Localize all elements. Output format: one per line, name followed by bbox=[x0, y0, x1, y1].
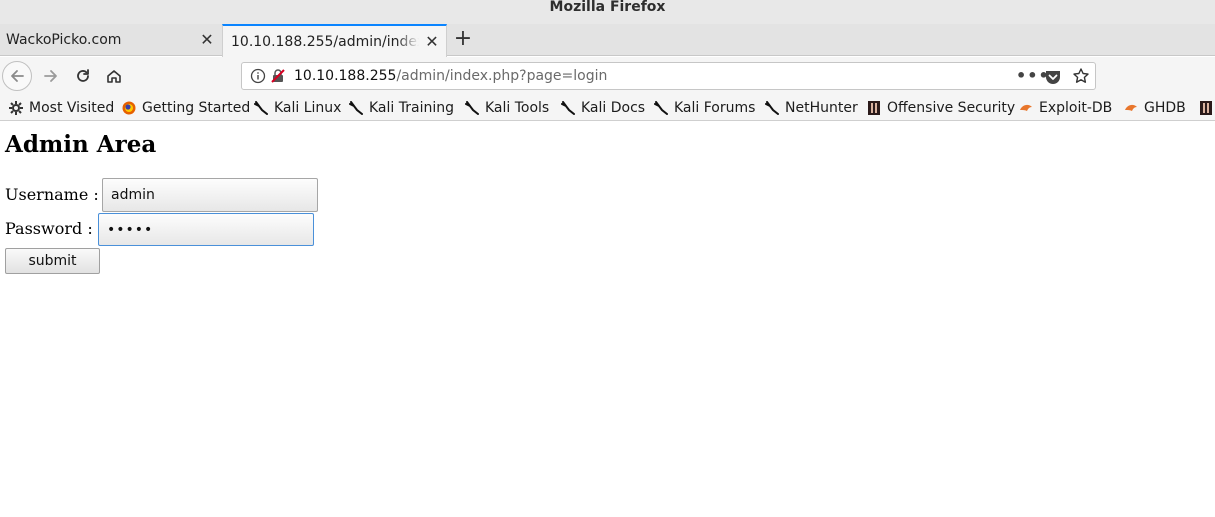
bookmark-label: Kali Docs bbox=[581, 100, 646, 116]
tab-strip: WackoPicko.com ✕ 10.10.188.255/admin/ind… bbox=[0, 24, 1215, 57]
username-value: admin bbox=[111, 187, 155, 203]
kali-dragon-icon bbox=[465, 101, 479, 115]
username-field[interactable]: admin bbox=[102, 178, 318, 212]
tab-wackopicko[interactable]: WackoPicko.com ✕ bbox=[0, 24, 221, 56]
bookmark-label: Kali Forums bbox=[674, 100, 756, 116]
bookmark-label: Offensive Security bbox=[887, 100, 1016, 116]
bookmark-getting-started[interactable]: Getting Started bbox=[122, 98, 250, 118]
bookmark-nethunter[interactable]: NetHunter bbox=[765, 98, 858, 118]
bookmark-label: GHDB bbox=[1144, 100, 1186, 116]
tab-admin-login[interactable]: 10.10.188.255/admin/index.php?page=login… bbox=[222, 24, 447, 57]
url-bar[interactable]: 10.10.188.255/admin/index.php?page=login… bbox=[241, 62, 1096, 90]
kali-dragon-icon bbox=[254, 101, 268, 115]
insecure-lock-icon[interactable] bbox=[270, 68, 286, 84]
kali-dragon-icon bbox=[349, 101, 363, 115]
firefox-icon bbox=[122, 101, 136, 115]
bookmark-label: Getting Started bbox=[142, 100, 251, 116]
window-title: Mozilla Firefox bbox=[549, 0, 666, 15]
forward-button[interactable] bbox=[36, 61, 66, 91]
bookmark-label: NetHunter bbox=[785, 100, 858, 116]
password-label: Password : bbox=[5, 219, 93, 238]
gear-icon bbox=[9, 101, 23, 115]
bookmark-kali-training[interactable]: Kali Training bbox=[349, 98, 454, 118]
forward-arrow-icon bbox=[44, 70, 57, 82]
url-text[interactable]: 10.10.188.255/admin/index.php?page=login bbox=[294, 68, 607, 84]
home-button[interactable] bbox=[99, 61, 129, 91]
bookmark-offensive-security[interactable]: Offensive Security bbox=[867, 98, 1015, 118]
page-title: Admin Area bbox=[5, 131, 157, 158]
password-field[interactable]: ••••• bbox=[98, 213, 314, 246]
back-arrow-icon bbox=[11, 70, 24, 82]
url-host: 10.10.188.255 bbox=[294, 68, 397, 84]
exploitdb-icon bbox=[1124, 101, 1138, 115]
url-path: /admin/index.php?page=login bbox=[396, 68, 608, 84]
tab-label: WackoPicko.com bbox=[6, 32, 122, 48]
reload-button[interactable] bbox=[68, 61, 98, 91]
bookmark-label: Most Visited bbox=[29, 100, 115, 116]
username-label: Username : bbox=[5, 185, 99, 204]
password-mask: ••••• bbox=[107, 221, 154, 238]
bookmark-label: Exploit-DB bbox=[1039, 100, 1113, 116]
close-icon[interactable]: ✕ bbox=[199, 32, 215, 48]
page-content: Admin Area Username : admin Password : •… bbox=[0, 122, 1215, 517]
bookmark-label: Kali Training bbox=[369, 100, 454, 116]
pocket-icon[interactable] bbox=[1044, 68, 1062, 86]
kali-dragon-icon bbox=[654, 101, 668, 115]
bookmark-kali-forums[interactable]: Kali Forums bbox=[654, 98, 755, 118]
navigation-toolbar: 10.10.188.255/admin/index.php?page=login… bbox=[0, 57, 1215, 95]
close-icon[interactable]: ✕ bbox=[424, 34, 440, 50]
kali-dragon-icon bbox=[765, 101, 779, 115]
bookmark-label: Kali Tools bbox=[485, 100, 550, 116]
bookmark-most-visited[interactable]: Most Visited bbox=[9, 98, 114, 118]
tab-label: 10.10.188.255/admin/index.php?page=login bbox=[231, 33, 419, 50]
bookmark-star-icon[interactable] bbox=[1072, 67, 1090, 85]
bookmarks-toolbar: Most Visited Getting Started Kali Linux … bbox=[0, 95, 1215, 121]
info-icon[interactable] bbox=[250, 68, 266, 84]
bookmark-label: Kali Linux bbox=[274, 100, 342, 116]
kali-dragon-icon bbox=[561, 101, 575, 115]
bookmark-overflow-partial[interactable] bbox=[1199, 98, 1215, 118]
bookmark-kali-linux[interactable]: Kali Linux bbox=[254, 98, 341, 118]
bookmark-ghdb[interactable]: GHDB bbox=[1124, 98, 1186, 118]
submit-button[interactable]: submit bbox=[5, 248, 100, 274]
bookmark-kali-tools[interactable]: Kali Tools bbox=[465, 98, 549, 118]
exploitdb-icon bbox=[1019, 101, 1033, 115]
new-tab-plus-icon[interactable]: + bbox=[452, 28, 474, 50]
offsec-icon bbox=[1199, 101, 1213, 115]
window-titlebar: Mozilla Firefox bbox=[0, 0, 1215, 24]
back-button[interactable] bbox=[2, 61, 32, 91]
home-icon bbox=[107, 70, 121, 83]
offsec-icon bbox=[867, 101, 881, 115]
page-actions-more-icon[interactable]: ••• bbox=[1016, 66, 1049, 86]
reload-icon bbox=[77, 69, 89, 82]
bookmark-exploit-db[interactable]: Exploit-DB bbox=[1019, 98, 1112, 118]
bookmark-kali-docs[interactable]: Kali Docs bbox=[561, 98, 645, 118]
